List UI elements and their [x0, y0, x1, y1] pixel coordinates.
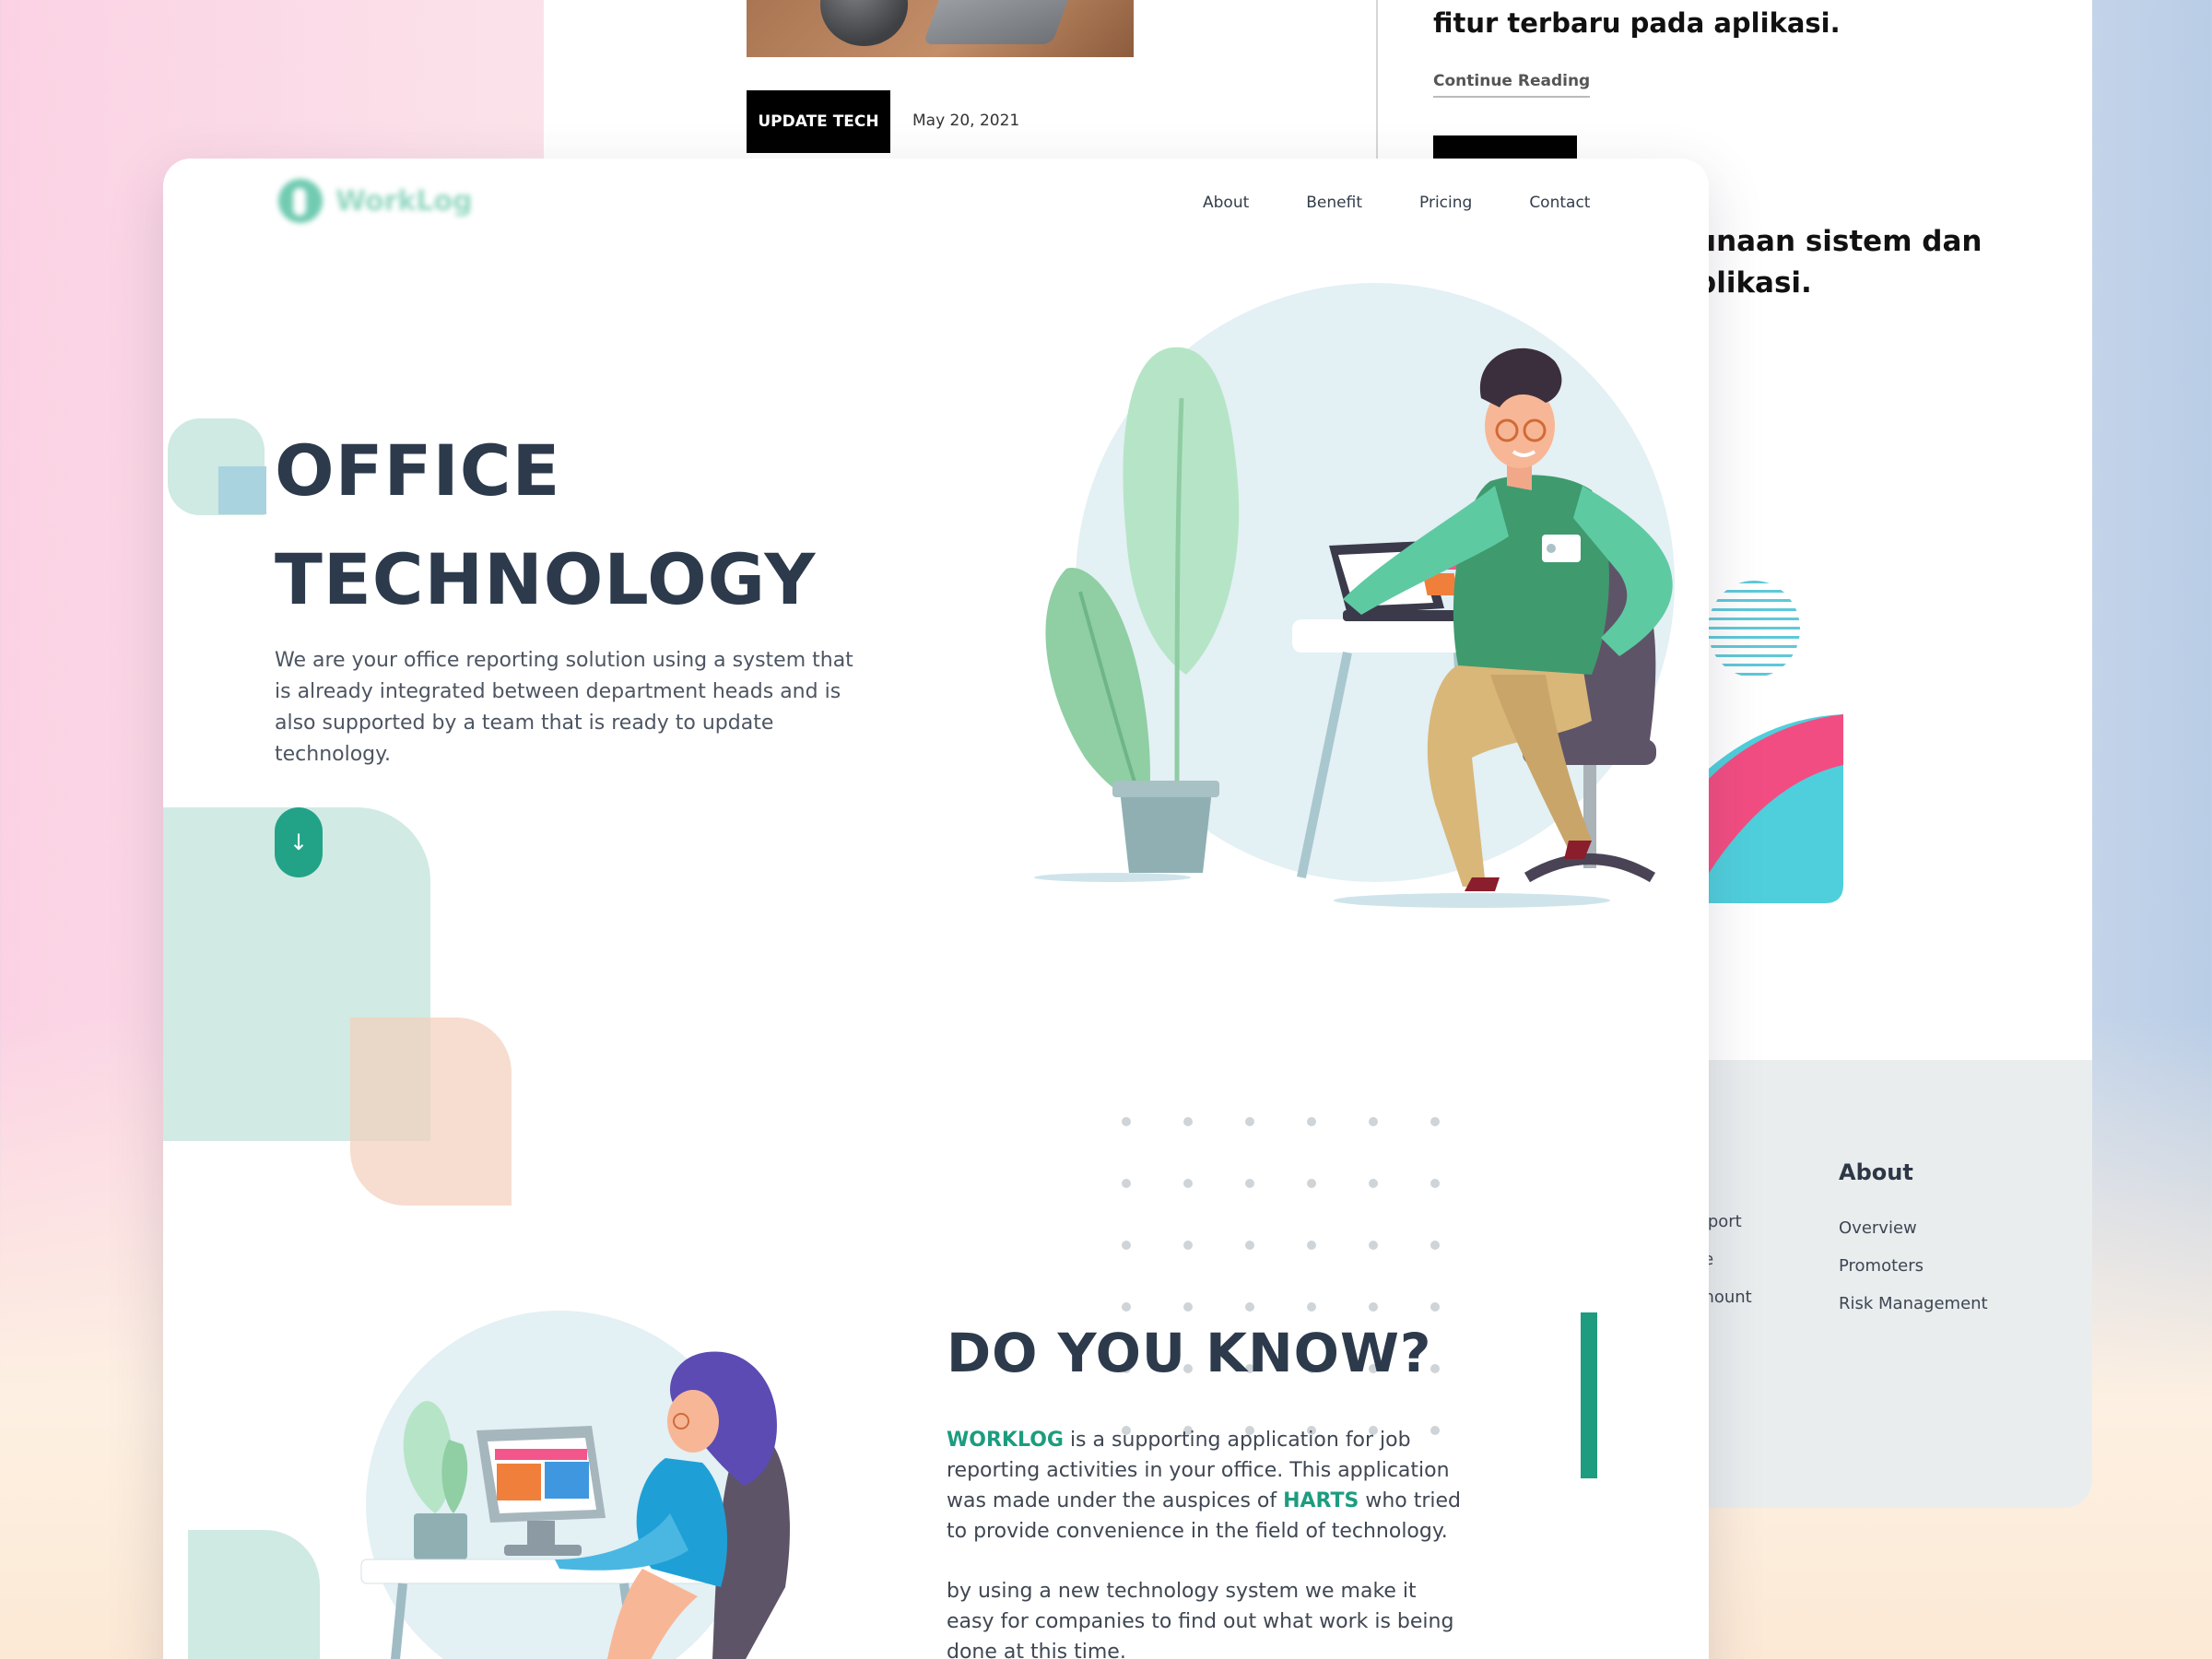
section-paragraph-1: WORKLOG is a supporting application for …: [947, 1425, 1463, 1547]
grid-dot: [1369, 1302, 1378, 1312]
column-divider: [1376, 0, 1378, 161]
footer-column-about: About Overview Promoters Risk Management: [1839, 1159, 1988, 1332]
grid-dot: [1183, 1302, 1193, 1312]
logo-text: WorkLog: [335, 184, 473, 218]
grid-dot: [1183, 1117, 1193, 1126]
headline-2-line-2: plikasi.: [1696, 266, 1812, 300]
blue-square-decoration: [218, 466, 266, 514]
footer-heading: About: [1839, 1159, 1913, 1185]
nav-about[interactable]: About: [1203, 194, 1249, 212]
article-headline-2: unaan sistem dan plikasi.: [1696, 221, 1982, 304]
grid-dot: [1122, 1117, 1131, 1126]
arrow-down-icon: ↓: [288, 830, 309, 855]
grid-dot: [1122, 1302, 1131, 1312]
nav-pricing[interactable]: Pricing: [1419, 194, 1472, 212]
grid-dot: [1245, 1179, 1254, 1188]
peach-block-decoration: [350, 1018, 512, 1206]
grid-dot: [1369, 1179, 1378, 1188]
grid-dot: [1122, 1241, 1131, 1250]
grid-dot: [1307, 1117, 1316, 1126]
grid-dot: [1245, 1302, 1254, 1312]
grid-dot: [1307, 1179, 1316, 1188]
footer-link[interactable]: Overview: [1839, 1218, 1988, 1238]
grid-dot: [1183, 1179, 1193, 1188]
logo[interactable]: WorkLog: [278, 179, 473, 223]
footer-link[interactable]: Promoters: [1839, 1256, 1988, 1276]
grid-dot: [1430, 1179, 1440, 1188]
scroll-down-button[interactable]: ↓: [275, 807, 323, 877]
grid-dot: [1245, 1117, 1254, 1126]
article-tag-block: [1433, 135, 1577, 161]
hero-title-line-1: OFFICE: [275, 429, 561, 512]
article-tag[interactable]: UPDATE TECH: [747, 90, 890, 153]
grid-dot: [1183, 1241, 1193, 1250]
laptop-image: [923, 0, 1068, 44]
grid-dot: [1122, 1179, 1131, 1188]
partner-name: HARTS: [1283, 1489, 1359, 1512]
hero-description: We are your office reporting solution us…: [275, 649, 853, 766]
grid-dot: [1307, 1241, 1316, 1250]
article-photo: [747, 0, 1134, 57]
article-headline: fitur terbaru pada aplikasi.: [1433, 7, 1841, 39]
continue-reading-link[interactable]: Continue Reading: [1433, 72, 1591, 98]
accent-bar: [1581, 1312, 1597, 1478]
brand-name: WORKLOG: [947, 1429, 1064, 1452]
headline-2-line-1: unaan sistem dan: [1696, 225, 1983, 258]
hero-title-line-2: TECHNOLOGY: [275, 538, 817, 620]
woman-at-computer-illustration: [360, 1311, 790, 1659]
logo-icon: [278, 179, 323, 223]
grid-dot: [1430, 1302, 1440, 1312]
footer-link[interactable]: Risk Management: [1839, 1294, 1988, 1313]
grid-dot: [1430, 1117, 1440, 1126]
section-title: DO YOU KNOW?: [947, 1322, 1432, 1384]
mint-corner-decoration: [188, 1530, 320, 1659]
dot-grid-decoration: [1122, 1117, 1444, 1440]
hero-title: OFFICE TECHNOLOGY: [275, 417, 816, 634]
striped-circle-decoration: [1708, 581, 1800, 677]
main-nav: About Benefit Pricing Contact: [1203, 194, 1647, 212]
mouse-image: [820, 0, 908, 46]
section-paragraph-2: by using a new technology system we make…: [947, 1580, 1454, 1659]
nav-contact[interactable]: Contact: [1529, 194, 1590, 212]
nav-benefit[interactable]: Benefit: [1306, 194, 1362, 212]
article-date: May 20, 2021: [912, 112, 1020, 130]
grid-dot: [1369, 1241, 1378, 1250]
landing-page-card: WorkLog About Benefit Pricing Contact OF…: [163, 159, 1709, 1659]
grid-dot: [1307, 1302, 1316, 1312]
grid-dot: [1369, 1117, 1378, 1126]
man-at-desk-illustration: [1034, 283, 1675, 908]
grid-dot: [1430, 1241, 1440, 1250]
grid-dot: [1245, 1241, 1254, 1250]
